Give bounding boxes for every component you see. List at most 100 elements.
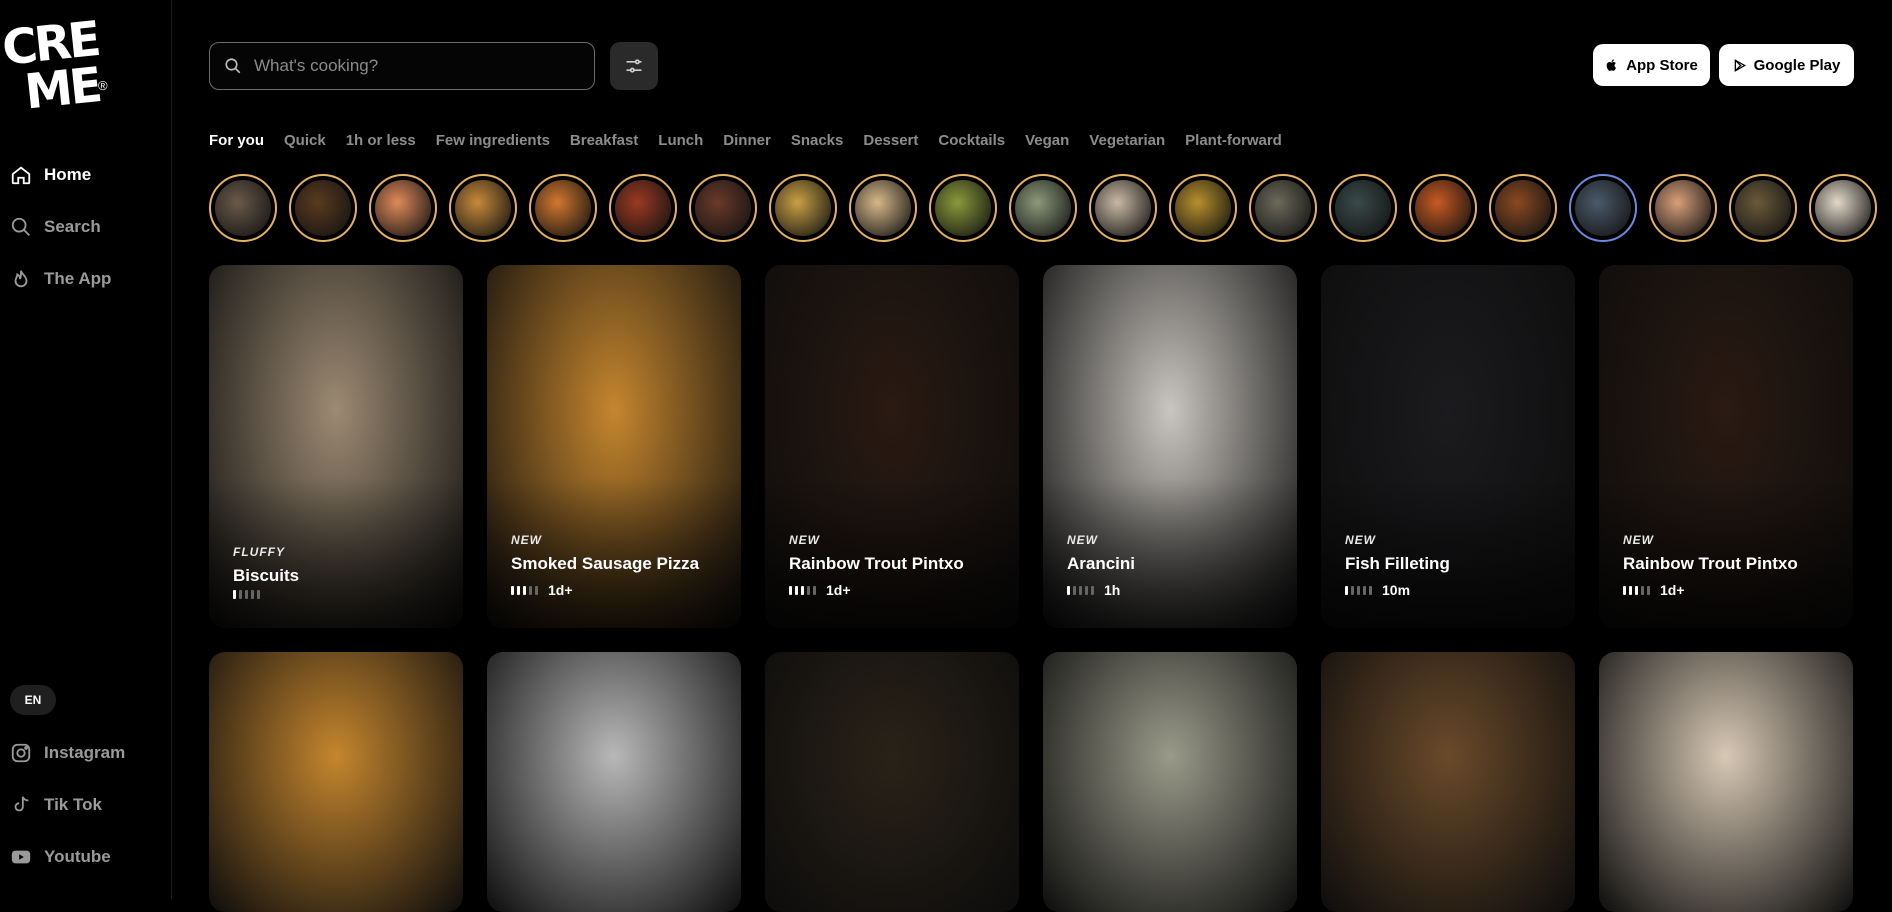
difficulty-bars [511,585,538,595]
difficulty-bar [245,590,248,599]
recipe-card[interactable]: FLUFFY Biscuits [209,265,463,628]
story-circle[interactable] [1089,174,1157,242]
recipe-card[interactable]: NEW Smoked Sausage Pizza 1d+ [487,265,741,628]
story-thumbnail [1815,180,1871,236]
logo-wordmark: CRE ME [0,10,103,121]
difficulty-bar [517,585,520,595]
story-circle[interactable] [289,174,357,242]
tab-snacks[interactable]: Snacks [791,132,844,149]
search-icon [225,58,241,74]
tab-for-you[interactable]: For you [209,132,264,149]
difficulty-bar [1345,585,1348,595]
story-thumbnail [1015,180,1071,236]
social-tiktok-label: Tik Tok [44,795,102,814]
nav-the-app[interactable]: The App [10,268,111,290]
story-circle[interactable] [209,174,277,242]
nav-search[interactable]: Search [10,216,101,238]
card-title: Rainbow Trout Pintxo [1623,554,1798,573]
tab-quick[interactable]: Quick [284,132,326,149]
tab-cocktails[interactable]: Cocktails [938,132,1005,149]
difficulty-bar [1351,585,1354,595]
instagram-icon [11,743,31,763]
card-meta: 1h [1067,582,1120,598]
google-play-icon [1734,58,1746,72]
google-play-button[interactable]: Google Play [1719,44,1854,86]
card-title: Smoked Sausage Pizza [511,554,700,573]
story-thumbnail [1095,180,1151,236]
story-circle[interactable] [769,174,837,242]
card-gradient [1043,478,1297,628]
story-circle[interactable] [1729,174,1797,242]
tab-few-ingredients[interactable]: Few ingredients [436,132,550,149]
card-title: Rainbow Trout Pintxo [789,554,964,573]
story-circle[interactable] [369,174,437,242]
recipe-card[interactable] [1599,652,1853,912]
card-meta: 1d+ [1623,582,1685,598]
language-selector[interactable]: EN [10,685,56,715]
difficulty-bars [1623,585,1650,595]
recipe-card[interactable] [209,652,463,912]
card-meta [233,590,260,599]
creme-logo[interactable]: CRE ME ® [0,11,115,126]
story-circle[interactable] [929,174,997,242]
card-meta: 1d+ [789,582,851,598]
story-thumbnail [855,180,911,236]
story-circle[interactable] [529,174,597,242]
card-tagline: NEW [1345,533,1376,547]
filter-button[interactable] [610,42,658,90]
story-circle[interactable] [1249,174,1317,242]
tab-dessert[interactable]: Dessert [863,132,918,149]
story-circle[interactable] [1009,174,1077,242]
story-circle[interactable] [1649,174,1717,242]
tab-1h-or-less[interactable]: 1h or less [346,132,416,149]
recipe-card[interactable]: NEW Fish Filleting 10m [1321,265,1575,628]
story-circle[interactable] [1329,174,1397,242]
card-tagline: NEW [1623,533,1654,547]
story-circle[interactable] [609,174,677,242]
nav-home[interactable]: Home [10,164,91,186]
tab-vegan[interactable]: Vegan [1025,132,1069,149]
recipe-card[interactable] [1321,652,1575,912]
difficulty-bars [789,585,816,595]
card-time: 10m [1382,582,1411,598]
story-thumbnail [1575,180,1631,236]
story-circle[interactable] [1489,174,1557,242]
story-circle[interactable] [1809,174,1877,242]
tab-plant-forward[interactable]: Plant-forward [1185,132,1282,149]
story-thumbnail [1655,180,1711,236]
card-time: 1d+ [548,582,573,598]
recipe-card[interactable]: NEW Rainbow Trout Pintxo 1d+ [1599,265,1853,628]
app-store-button[interactable]: App Store [1593,44,1710,86]
story-circle[interactable] [449,174,517,242]
recipe-card[interactable]: NEW Arancini 1h [1043,265,1297,628]
recipe-card[interactable] [487,652,741,912]
story-circle[interactable] [1409,174,1477,242]
recipe-card[interactable] [1043,652,1297,912]
recipe-card[interactable] [765,652,1019,912]
tab-dinner[interactable]: Dinner [723,132,771,149]
difficulty-bar [1357,585,1360,595]
story-circle[interactable] [1169,174,1237,242]
tab-lunch[interactable]: Lunch [658,132,703,149]
story-circle[interactable] [849,174,917,242]
social-instagram[interactable]: Instagram [10,742,125,764]
tab-breakfast[interactable]: Breakfast [570,132,638,149]
difficulty-bar [1623,585,1626,595]
story-thumbnail [215,180,271,236]
story-thumbnail [295,180,351,236]
card-title: Biscuits [233,566,300,585]
difficulty-bar [251,590,254,599]
story-thumbnail [935,180,991,236]
search-box[interactable] [209,42,595,90]
social-tiktok[interactable]: Tik Tok [10,794,102,816]
social-youtube[interactable]: Youtube [10,846,111,868]
difficulty-bar [789,585,792,595]
home-icon [11,166,31,185]
nav-search-label: Search [44,217,101,236]
tab-vegetarian[interactable]: Vegetarian [1089,132,1165,149]
story-circle[interactable] [689,174,757,242]
recipe-card[interactable]: NEW Rainbow Trout Pintxo 1d+ [765,265,1019,628]
search-input[interactable] [252,55,576,77]
social-youtube-label: Youtube [44,847,111,866]
story-circle[interactable] [1569,174,1637,242]
